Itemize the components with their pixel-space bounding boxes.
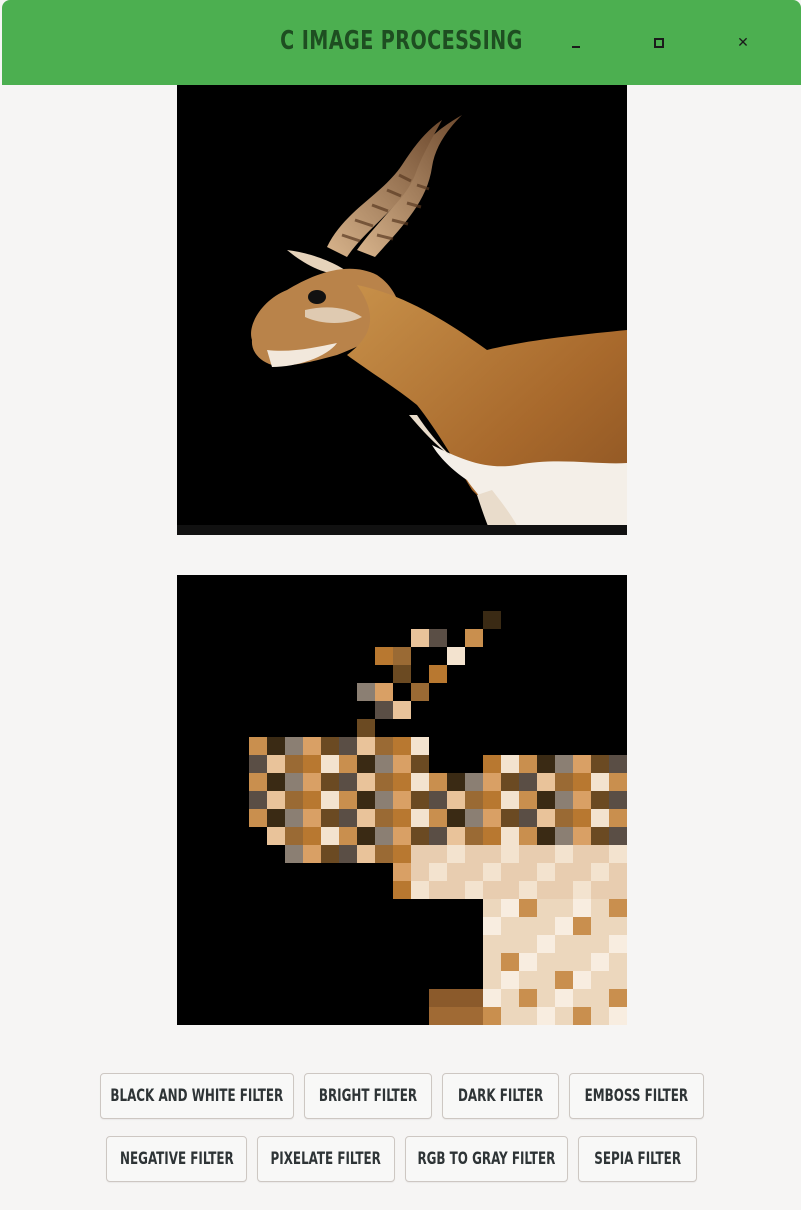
antelope-pixelated-image (177, 575, 627, 1025)
maximize-icon (654, 38, 664, 48)
original-image (177, 85, 627, 535)
close-button[interactable]: ✕ (730, 30, 756, 56)
antelope-original-image (177, 85, 627, 535)
negative-filter-button[interactable]: Negative Filter (106, 1136, 247, 1182)
maximize-button[interactable] (646, 30, 672, 56)
sepia-filter-button[interactable]: Sepia Filter (578, 1136, 697, 1182)
minimize-button[interactable] (563, 30, 589, 56)
app-window: C Image Processing ✕ (2, 0, 801, 1210)
window-title: C Image Processing (280, 26, 523, 56)
dark-filter-button[interactable]: Dark Filter (442, 1073, 559, 1119)
rgb-to-gray-filter-button[interactable]: RGB to Gray Filter (405, 1136, 568, 1182)
bright-filter-button[interactable]: Bright Filter (304, 1073, 432, 1119)
title-bar[interactable]: C Image Processing ✕ (2, 0, 801, 85)
minimize-icon (572, 46, 580, 48)
processed-image (177, 575, 627, 1025)
emboss-filter-button[interactable]: Emboss Filter (569, 1073, 704, 1119)
black-and-white-filter-button[interactable]: Black and White Filter (100, 1073, 294, 1119)
close-icon: ✕ (737, 35, 749, 51)
pixelate-filter-button[interactable]: Pixelate Filter (257, 1136, 395, 1182)
